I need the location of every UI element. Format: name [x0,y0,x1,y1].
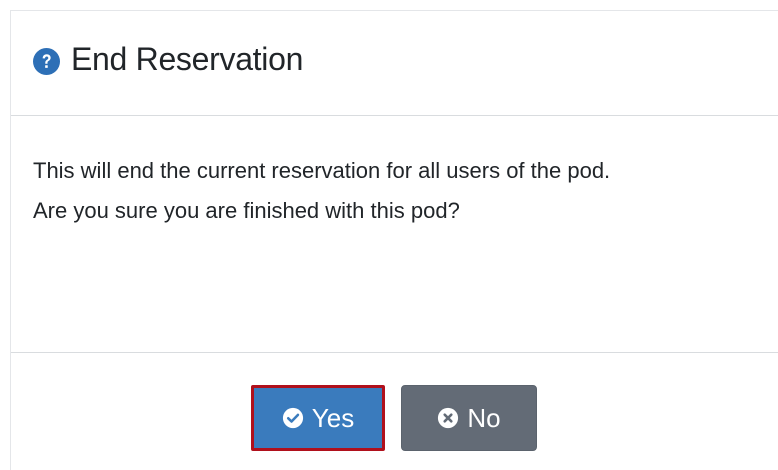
check-circle-icon [282,407,303,429]
dialog-footer: Yes No [11,353,778,470]
dialog-message-line-1: This will end the current reservation fo… [33,158,611,183]
dialog-body: This will end the current reservation fo… [11,116,778,353]
yes-button-label: Yes [311,402,355,433]
no-button-label: No [467,402,501,433]
yes-button[interactable]: Yes [251,385,385,451]
dialog-message-line-2: Are you sure you are finished with this … [33,198,460,223]
question-circle-icon [33,48,60,75]
no-button[interactable]: No [401,385,537,451]
times-circle-icon [438,407,459,429]
screen: End Reservation This will end the curren… [0,0,778,470]
end-reservation-dialog: End Reservation This will end the curren… [10,10,778,470]
dialog-header: End Reservation [11,11,778,116]
dialog-message: This will end the current reservation fo… [33,151,610,231]
dialog-title: End Reservation [71,41,304,77]
